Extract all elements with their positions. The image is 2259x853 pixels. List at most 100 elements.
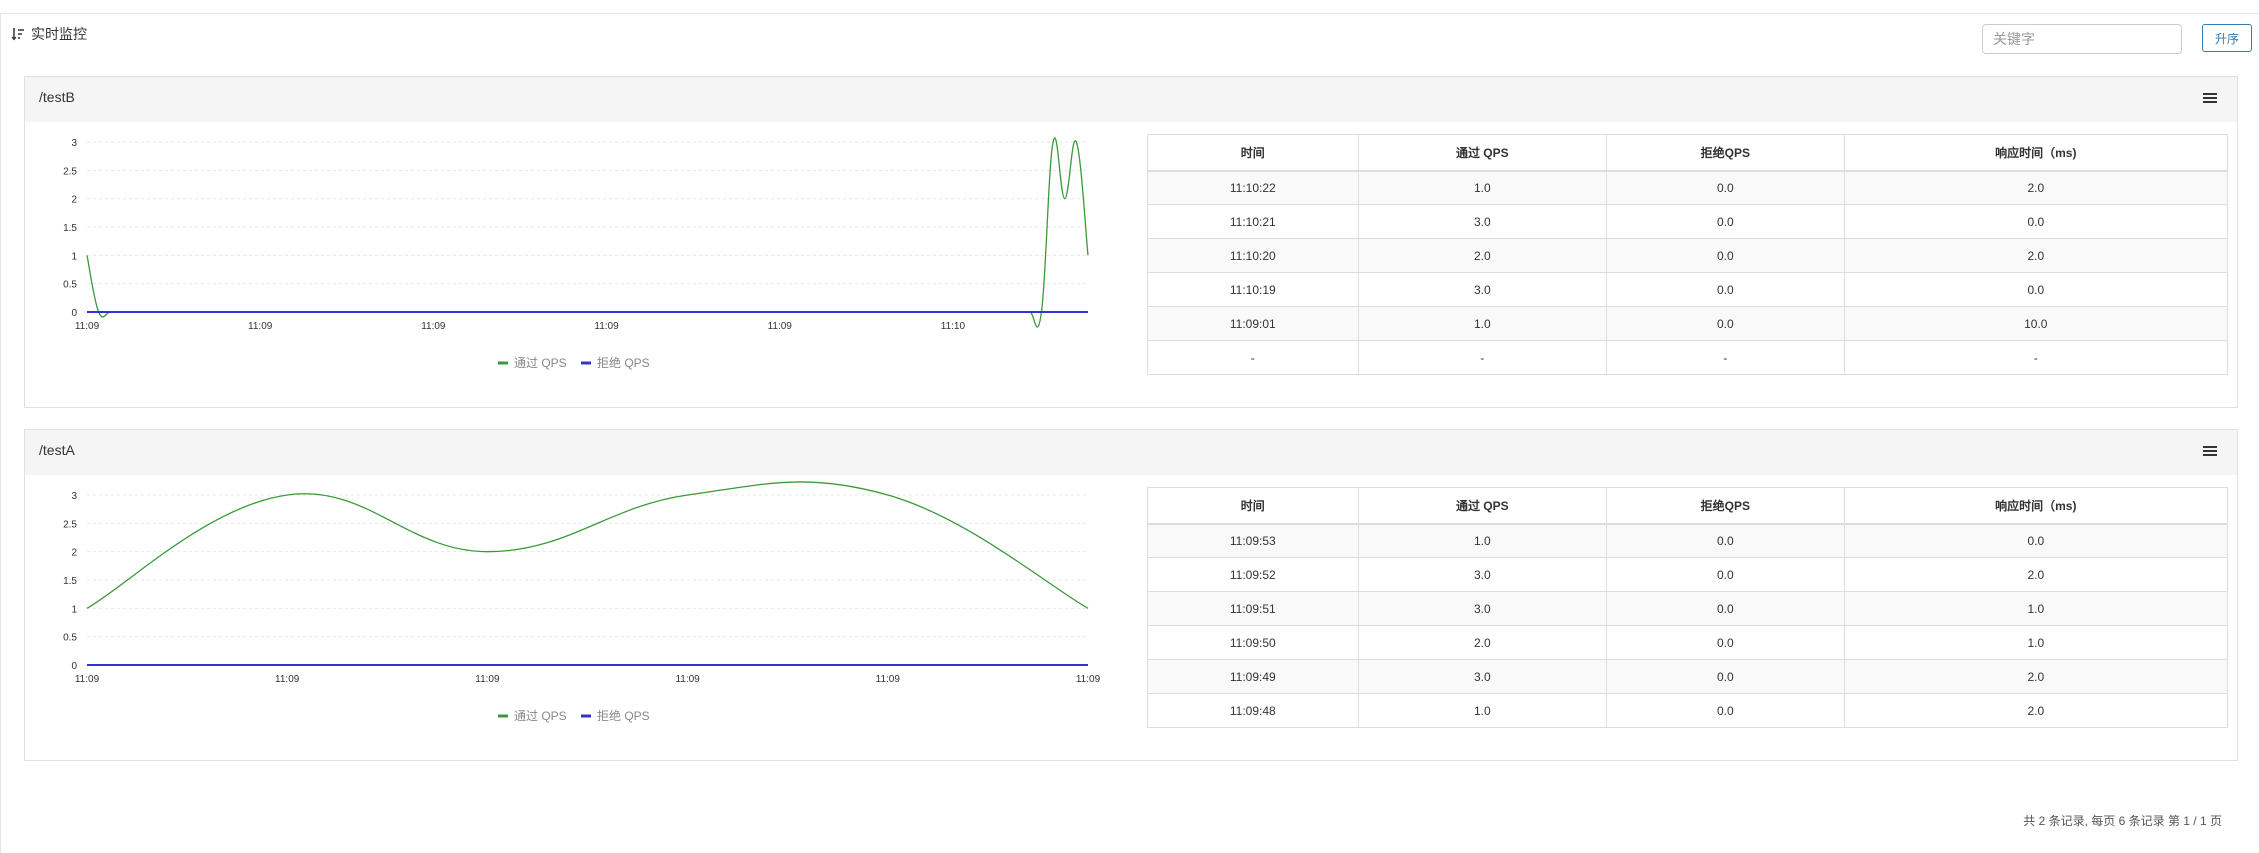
x-tick-label: 11:09 (768, 321, 793, 332)
table-cell: 1.0 (1843, 625, 2229, 660)
table-cell: 3.0 (1357, 659, 1607, 694)
x-tick-label: 11:09 (594, 321, 619, 332)
y-tick-label: 2 (71, 195, 77, 206)
table-cell: 0.0 (1605, 306, 1845, 341)
chart-svg: 0 0.5 1 1.5 2 2.5 3 11:09 11:09 11:09 11:09 11:09 11… (63, 481, 1101, 723)
table-cell: 3.0 (1357, 591, 1607, 626)
x-tick-label: 11:09 (475, 674, 500, 685)
table-cell: 2.0 (1357, 238, 1607, 273)
table-row: 11:09:48 1.0 0.0 2.0 (1147, 693, 2229, 728)
table-header-row: 时间 通过 QPS 拒绝QPS 响应时间（ms) (1147, 134, 2229, 172)
table-row: 11:09:01 1.0 0.0 10.0 (1147, 306, 2229, 341)
y-tick-label: 1 (71, 251, 77, 262)
table-cell: 2.0 (1843, 557, 2229, 592)
x-tick-label: 11:10 (941, 321, 966, 332)
table-cell: 0.0 (1605, 659, 1845, 694)
qps-line-chart: 0 0.5 1 1.5 2 2.5 3 11:09 11:09 11:09 11:09 11:09 11… (25, 475, 1135, 745)
table-cell: 1.0 (1357, 693, 1607, 728)
y-tick-label: 3 (71, 138, 77, 149)
y-tick-label: 2.5 (63, 166, 77, 177)
legend-label[interactable]: 通过 QPS (514, 709, 567, 723)
table-cell: 11:10:19 (1147, 272, 1359, 307)
table-cell: 11:09:01 (1147, 306, 1359, 341)
table-row: 11:09:53 1.0 0.0 0.0 (1147, 523, 2229, 558)
legend-label[interactable]: 拒绝 QPS (597, 708, 650, 723)
table-cell: 10.0 (1843, 306, 2229, 341)
table-cell: 0.0 (1605, 204, 1845, 239)
table-row: ---- (1147, 340, 2229, 375)
table-row: 11:10:22 1.0 0.0 2.0 (1147, 170, 2229, 205)
table-cell: 2.0 (1843, 693, 2229, 728)
legend-label[interactable]: 通过 QPS (514, 356, 567, 370)
x-tick-label: 11:09 (248, 321, 273, 332)
y-tick-label: 2 (71, 548, 77, 559)
x-tick-label: 11:09 (876, 674, 901, 685)
legend-label[interactable]: 拒绝 QPS (597, 355, 650, 370)
table-cell: 0.0 (1843, 204, 2229, 239)
y-tick-label: 0.5 (63, 280, 77, 291)
x-tick-label: 11:09 (675, 674, 700, 685)
x-tick-label: 11:09 (275, 674, 300, 685)
table-cell: 11:09:49 (1147, 659, 1359, 694)
table-cell: - (1843, 340, 2229, 375)
table-cell: 11:09:52 (1147, 557, 1359, 592)
column-header: 响应时间（ms) (1843, 487, 2229, 525)
table-cell: 0.0 (1843, 523, 2229, 558)
table-cell: 3.0 (1357, 557, 1607, 592)
sort-icon (11, 28, 24, 41)
metrics-table: 时间 通过 QPS 拒绝QPS 响应时间（ms) 11:10:22 1.0 0.0 2.0 1… (1147, 134, 2229, 375)
table-cell: 0.0 (1605, 238, 1845, 273)
table-cell: 11:09:51 (1147, 591, 1359, 626)
table-cell: - (1147, 340, 1359, 375)
table-row: 11:10:20 2.0 0.0 2.0 (1147, 238, 2229, 273)
y-tick-label: 0 (71, 308, 77, 319)
menu-icon[interactable] (2203, 93, 2217, 105)
table-cell: 3.0 (1357, 204, 1607, 239)
column-header: 通过 QPS (1357, 487, 1607, 525)
search-input[interactable] (1982, 24, 2182, 54)
panel-title: /testA (39, 442, 75, 458)
y-tick-label: 1 (71, 604, 77, 615)
table-cell: 11:09:53 (1147, 523, 1359, 558)
resource-panel-testB: /testB 0 0.5 1 1.5 2 2.5 3 11:09 11:09 11:09 11:09… (24, 76, 2238, 408)
chart-svg: 0 0.5 1 1.5 2 2.5 3 11:09 11:09 11:09 11:09 11:09 11… (63, 137, 1089, 370)
table-cell: 2.0 (1357, 625, 1607, 660)
table-cell: 2.0 (1843, 659, 2229, 694)
table-cell: 2.0 (1843, 170, 2229, 205)
table-row: 11:09:52 3.0 0.0 2.0 (1147, 557, 2229, 592)
resource-panel-testA: /testA 0 0.5 1 1.5 2 2.5 3 11:09 11:09 11:09 11:09… (24, 429, 2238, 761)
table-row: 11:09:49 3.0 0.0 2.0 (1147, 659, 2229, 694)
table-cell: 1.0 (1357, 306, 1607, 341)
menu-icon[interactable] (2203, 446, 2217, 458)
series-line (86, 137, 1089, 328)
y-tick-label: 0 (71, 661, 77, 672)
y-tick-label: 1.5 (63, 576, 77, 587)
table-cell: 11:09:48 (1147, 693, 1359, 728)
y-tick-label: 0.5 (63, 633, 77, 644)
ascending-sort-button[interactable]: 升序 (2202, 24, 2252, 52)
y-tick-label: 2.5 (63, 519, 77, 530)
x-tick-label: 11:09 (421, 321, 446, 332)
x-tick-label: 11:09 (1076, 674, 1101, 685)
table-cell: 0.0 (1605, 591, 1845, 626)
table-cell: 0.0 (1843, 272, 2229, 307)
column-header: 时间 (1147, 487, 1359, 525)
table-cell: 0.0 (1605, 523, 1845, 558)
y-tick-label: 3 (71, 491, 77, 502)
table-cell: 0.0 (1605, 625, 1845, 660)
table-cell: 2.0 (1843, 238, 2229, 273)
table-cell: 11:09:50 (1147, 625, 1359, 660)
table-cell: 11:10:22 (1147, 170, 1359, 205)
table-cell: 11:10:20 (1147, 238, 1359, 273)
table-cell: 0.0 (1605, 693, 1845, 728)
table-cell: 0.0 (1605, 557, 1845, 592)
table-header-row: 时间 通过 QPS 拒绝QPS 响应时间（ms) (1147, 487, 2229, 525)
qps-line-chart: 0 0.5 1 1.5 2 2.5 3 11:09 11:09 11:09 11:09 11:09 11… (25, 122, 1135, 392)
panel-header: /testB (25, 77, 2237, 122)
y-tick-label: 1.5 (63, 223, 77, 234)
table-cell: 0.0 (1605, 272, 1845, 307)
column-header: 通过 QPS (1357, 134, 1607, 172)
series-line (86, 481, 1089, 609)
table-cell: - (1357, 340, 1607, 375)
table-cell: 0.0 (1605, 170, 1845, 205)
